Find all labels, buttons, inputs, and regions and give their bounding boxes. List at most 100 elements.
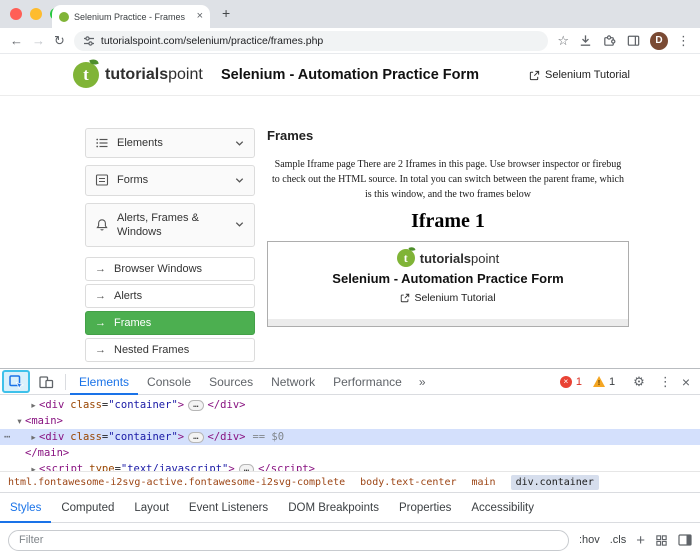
arrow-right-icon: →	[95, 345, 106, 356]
minimize-window-button[interactable]	[30, 8, 42, 20]
device-toolbar-button[interactable]	[34, 371, 58, 392]
accordion-forms[interactable]: Forms	[85, 165, 255, 195]
caret-icon[interactable]: ▾	[14, 414, 25, 430]
new-style-rule-button[interactable]: +	[636, 533, 645, 548]
new-tab-button[interactable]: +	[222, 5, 230, 21]
more-tabs-icon[interactable]: »	[411, 375, 434, 389]
tutorialspoint-logo[interactable]: t tutorialspoint	[73, 62, 203, 88]
brand-light: point	[471, 251, 499, 266]
inspect-element-button[interactable]	[3, 371, 29, 392]
devtools-close-icon[interactable]: ×	[679, 375, 700, 389]
side-panel-icon[interactable]	[626, 33, 641, 48]
url-text: tutorialspoint.com/selenium/practice/fra…	[101, 35, 323, 47]
browser-tab[interactable]: Selenium Practice - Frames ×	[52, 5, 210, 28]
iframe-1-heading: Iframe 1	[267, 210, 629, 233]
downloads-icon[interactable]	[578, 33, 593, 48]
grid-icon[interactable]	[655, 534, 668, 547]
chevron-down-icon	[234, 138, 245, 149]
tab-layout[interactable]: Layout	[124, 493, 179, 523]
styles-filter-bar: :hov .cls +	[0, 523, 700, 556]
sidebar-item-label: Frames	[114, 317, 151, 329]
site-settings-icon[interactable]	[83, 35, 95, 47]
browser-toolbar: ← → ↻ tutorialspoint.com/selenium/practi…	[0, 28, 700, 54]
brand-text: tutorialspoint	[420, 251, 500, 266]
devtools-settings-gear-icon[interactable]: ⚙	[626, 375, 652, 388]
browser-window: Selenium Practice - Frames × + ← → ↻ tut…	[0, 0, 700, 556]
elements-tree: ▸<divclass="container">…</div> ▾<main> ⋯…	[0, 395, 700, 471]
expand-inline-icon[interactable]: …	[188, 432, 203, 443]
dom-breadcrumbs: html.fontawesome-i2svg-active.fontawesom…	[0, 471, 700, 493]
dom-node-main-open[interactable]: ▾<main>	[0, 413, 700, 429]
expand-inline-icon[interactable]: …	[188, 400, 203, 411]
webpage: t tutorialspoint Selenium - Automation P…	[0, 54, 700, 368]
selenium-tutorial-link[interactable]: Selenium Tutorial	[529, 69, 630, 81]
devtools-menu-icon[interactable]: ⋮	[652, 375, 679, 388]
tab-computed[interactable]: Computed	[51, 493, 124, 523]
tab-accessibility[interactable]: Accessibility	[461, 493, 544, 523]
bell-icon	[95, 218, 109, 232]
devtools-tab-sources[interactable]: Sources	[200, 369, 262, 395]
forward-icon[interactable]: →	[32, 34, 45, 47]
dom-node-script[interactable]: ▸<scripttype="text/javascript">…</script…	[0, 461, 700, 471]
devtools-toolbar: Elements Console Sources Network Perform…	[0, 369, 700, 395]
brand-bold: tutorials	[420, 251, 471, 266]
tab-styles[interactable]: Styles	[0, 493, 51, 523]
accordion-elements[interactable]: Elements	[85, 128, 255, 158]
external-link-icon	[529, 70, 540, 81]
page-body: Elements Forms	[85, 128, 629, 365]
tab-dom-breakpoints[interactable]: DOM Breakpoints	[278, 493, 389, 523]
tutorialspoint-logo-icon: t	[397, 249, 415, 267]
profile-avatar[interactable]: D	[650, 32, 668, 50]
iframe-logo[interactable]: t tutorialspoint	[268, 249, 628, 267]
address-bar[interactable]: tutorialspoint.com/selenium/practice/fra…	[74, 31, 548, 51]
console-warnings-badge[interactable]: ! 1	[593, 376, 615, 388]
browser-menu-icon[interactable]: ⋮	[677, 34, 690, 47]
brand-light: point	[168, 66, 203, 83]
breadcrumb-html[interactable]: html.fontawesome-i2svg-active.fontawesom…	[8, 477, 345, 488]
toggle-pseudo-classes-button[interactable]: :hov	[579, 534, 600, 546]
expand-inline-icon[interactable]: …	[239, 464, 254, 471]
dom-node-div-container-selected[interactable]: ⋯▸<divclass="container">…</div>== $0	[0, 429, 700, 445]
toggle-element-classes-button[interactable]: .cls	[610, 534, 627, 546]
sidebar-item-nested-frames[interactable]: → Nested Frames	[85, 338, 255, 362]
accordion-alerts-frames-windows[interactable]: Alerts, Frames & Windows	[85, 203, 255, 248]
breadcrumb-body[interactable]: body.text-center	[360, 477, 456, 488]
devtools-tab-performance[interactable]: Performance	[324, 369, 411, 395]
console-errors-badge[interactable]: × 1	[560, 376, 582, 388]
breadcrumb-main[interactable]: main	[471, 477, 495, 488]
reload-icon[interactable]: ↻	[54, 34, 65, 47]
devtools-tab-console[interactable]: Console	[138, 369, 200, 395]
caret-icon[interactable]: ▸	[28, 462, 39, 471]
caret-icon[interactable]: ▸	[28, 430, 39, 446]
node-menu-icon[interactable]: ⋯	[4, 429, 11, 445]
computed-sidebar-toggle-icon[interactable]	[678, 534, 692, 546]
devtools-tab-elements[interactable]: Elements	[70, 369, 138, 395]
sidebar-item-label: Alerts	[114, 290, 142, 302]
styles-filter-input[interactable]	[8, 530, 569, 551]
site-header: t tutorialspoint Selenium - Automation P…	[0, 54, 700, 96]
close-window-button[interactable]	[10, 8, 22, 20]
tab-close-icon[interactable]: ×	[197, 11, 203, 22]
bookmark-star-icon[interactable]: ☆	[557, 34, 569, 47]
iframe-scrollbar[interactable]	[268, 319, 628, 326]
extensions-puzzle-icon[interactable]	[602, 33, 617, 48]
logo-letter: t	[83, 65, 89, 85]
sidebar-item-browser-windows[interactable]: → Browser Windows	[85, 257, 255, 281]
caret-icon[interactable]: ▸	[28, 398, 39, 414]
warning-count: 1	[609, 376, 615, 388]
devtools-panel: Elements Console Sources Network Perform…	[0, 368, 700, 556]
dom-node-div-container[interactable]: ▸<divclass="container">…</div>	[0, 397, 700, 413]
selected-node-hint: == $0	[252, 431, 284, 443]
dom-node-main-close[interactable]: </main>	[0, 445, 700, 461]
selenium-tutorial-label: Selenium Tutorial	[545, 69, 630, 81]
devtools-tab-network[interactable]: Network	[262, 369, 324, 395]
sidebar-item-frames[interactable]: → Frames	[85, 311, 255, 335]
tab-event-listeners[interactable]: Event Listeners	[179, 493, 278, 523]
accordion-label: Alerts, Frames & Windows	[117, 211, 226, 240]
back-icon[interactable]: ←	[10, 34, 23, 47]
breadcrumb-div-container[interactable]: div.container	[511, 475, 599, 490]
iframe-selenium-tutorial-link[interactable]: Selenium Tutorial	[400, 292, 495, 304]
tab-properties[interactable]: Properties	[389, 493, 461, 523]
logo-leaf-icon	[89, 58, 98, 66]
sidebar-item-alerts[interactable]: → Alerts	[85, 284, 255, 308]
